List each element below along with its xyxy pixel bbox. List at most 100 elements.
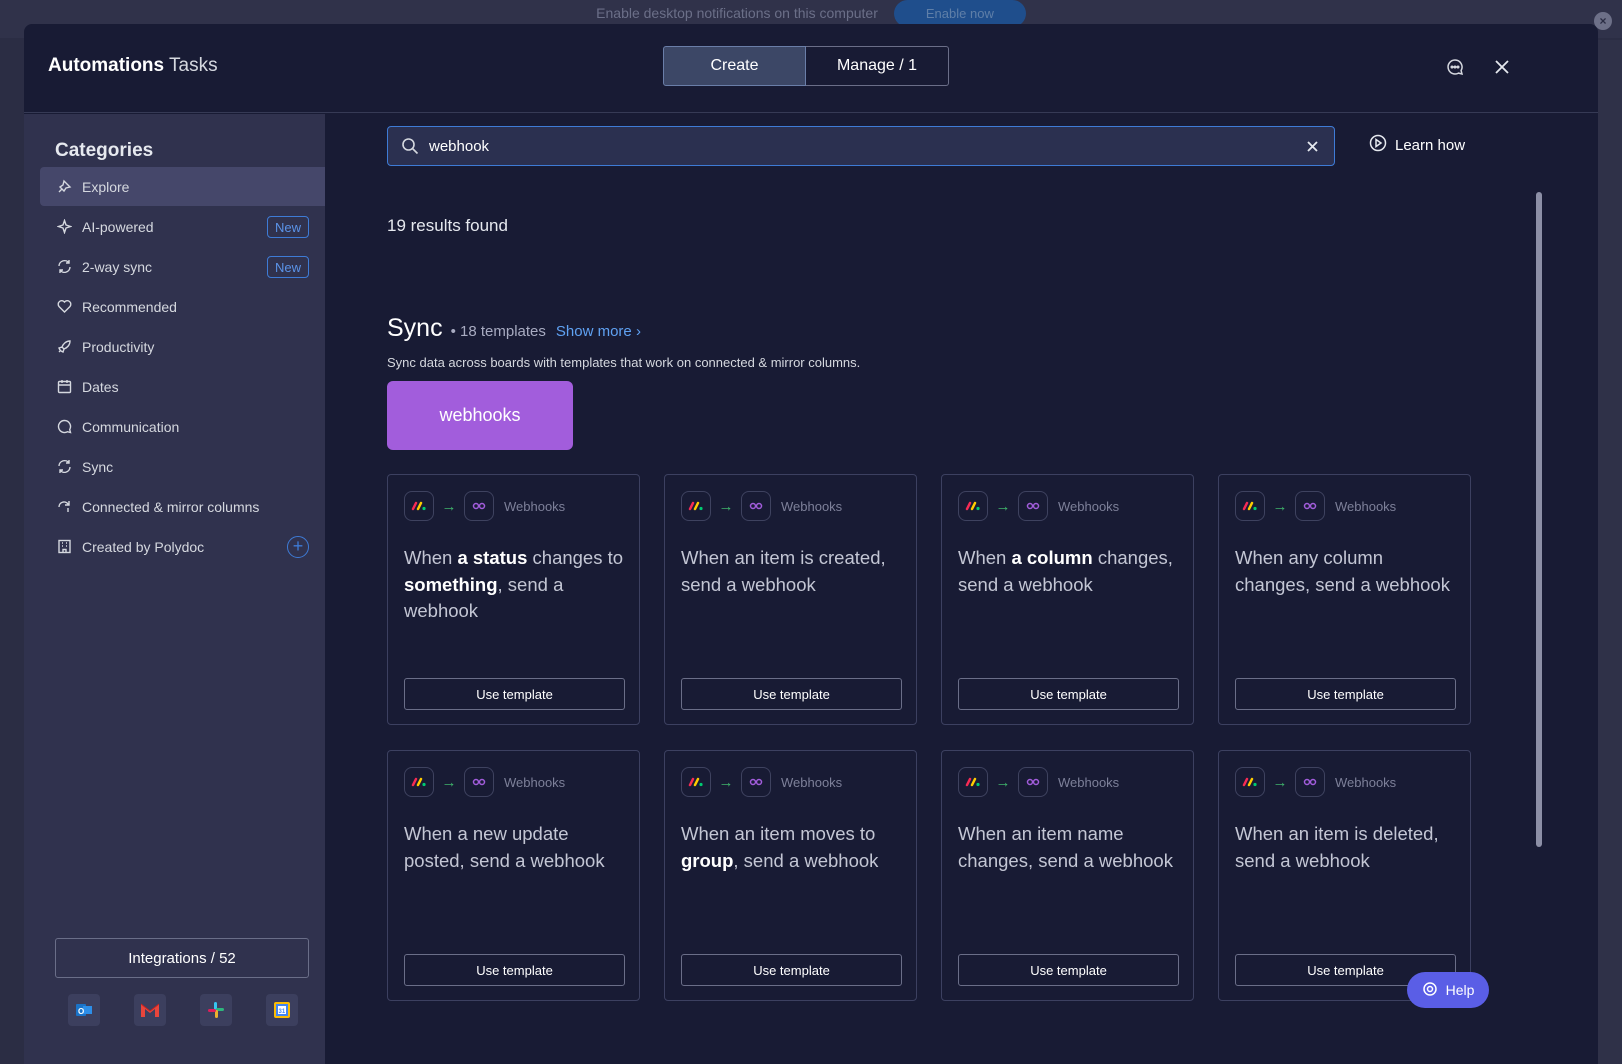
category-connected-mirror-columns[interactable]: Connected & mirror columns [40, 487, 325, 526]
section-description: Sync data across boards with templates t… [387, 355, 861, 370]
category-communication[interactable]: Communication [40, 407, 325, 446]
add-category-icon[interactable]: + [287, 536, 309, 558]
search-bar [387, 126, 1335, 166]
tab-create[interactable]: Create [663, 46, 806, 86]
category-sync[interactable]: Sync [40, 447, 325, 486]
template-card[interactable]: → Webhooks When an item moves to group, se… [664, 750, 917, 1001]
close-modal-icon[interactable] [1489, 54, 1515, 80]
svg-text:31: 31 [279, 1009, 286, 1015]
slack-icon[interactable] [200, 994, 232, 1026]
sync-icon [56, 459, 72, 475]
webhooks-banner[interactable]: webhooks [387, 381, 573, 450]
webhooks-icon [464, 767, 494, 797]
card-app-name: Webhooks [1335, 498, 1397, 514]
webhooks-icon [1018, 491, 1048, 521]
outlook-icon[interactable]: O [68, 994, 100, 1026]
rocket-icon [56, 339, 72, 355]
template-count: 18 templates [460, 323, 546, 340]
card-app-name: Webhooks [1058, 774, 1120, 790]
category-recommended[interactable]: Recommended [40, 287, 325, 326]
card-text-part: When [404, 547, 458, 568]
use-template-button[interactable]: Use template [681, 678, 902, 710]
learn-how-link[interactable]: Learn how [1369, 134, 1465, 156]
use-template-button[interactable]: Use template [681, 954, 902, 986]
gmail-icon[interactable] [134, 994, 166, 1026]
help-label: Help [1445, 982, 1475, 998]
categories-sidebar: Categories Explore AI-powered New 2-way … [24, 114, 325, 1064]
category-label: AI-powered [82, 218, 154, 235]
category-created-by-polydoc[interactable]: Created by Polydoc + [40, 527, 325, 566]
category-2-way-sync[interactable]: 2-way sync New [40, 247, 325, 286]
tab-manage[interactable]: Manage / 1 [806, 46, 949, 86]
card-text-highlight: group [681, 849, 734, 871]
scrollbar-thumb[interactable] [1536, 192, 1542, 847]
card-text-highlight: a status [457, 547, 528, 568]
card-icons: → Webhooks [681, 491, 842, 521]
clear-search-icon[interactable] [1302, 136, 1322, 156]
category-explore[interactable]: Explore [40, 167, 325, 206]
category-label: Dates [82, 378, 119, 395]
modal-header: Automations Tasks Create Manage / 1 [24, 24, 1598, 113]
show-more-link[interactable]: Show more › [556, 323, 641, 340]
template-card[interactable]: → Webhooks When a status changes to someth… [387, 474, 640, 725]
card-app-name: Webhooks [781, 774, 843, 790]
category-label: Sync [82, 458, 114, 475]
mode-tabs: Create Manage / 1 [663, 46, 949, 86]
webhooks-icon [1295, 491, 1325, 521]
use-template-button[interactable]: Use template [404, 954, 625, 986]
arrow-right-icon: → [1272, 497, 1288, 515]
webhooks-icon [1018, 767, 1048, 797]
enable-notifications-button[interactable]: Enable now [893, 0, 1026, 27]
category-productivity[interactable]: Productivity [40, 327, 325, 366]
category-ai-powered[interactable]: AI-powered New [40, 207, 325, 246]
monday-logo-icon [958, 767, 988, 797]
card-text-part: When [958, 547, 1012, 568]
use-template-button[interactable]: Use template [958, 678, 1179, 710]
use-template-button[interactable]: Use template [404, 678, 625, 710]
card-app-name: Webhooks [1058, 498, 1120, 514]
chevron-right-icon: › [635, 323, 641, 340]
section-header: Sync • 18 templates Show more › [387, 314, 641, 343]
webhooks-icon [741, 767, 771, 797]
category-label: Recommended [82, 298, 177, 315]
help-icon [1422, 981, 1438, 1000]
template-card[interactable]: → Webhooks When a new update posted, send … [387, 750, 640, 1001]
help-button[interactable]: Help [1407, 972, 1489, 1008]
monday-logo-icon [404, 767, 434, 797]
webhooks-logo-text: webhooks [439, 405, 521, 425]
use-template-button[interactable]: Use template [1235, 678, 1456, 710]
card-app-name: Webhooks [781, 498, 843, 514]
card-text-highlight: something [404, 573, 498, 595]
card-description: When a new update posted, send a webhook [404, 821, 626, 874]
category-dates[interactable]: Dates [40, 367, 325, 406]
category-list: Explore AI-powered New 2-way sync New Re… [40, 167, 325, 567]
integration-apps: O 31 [68, 994, 298, 1026]
results-count: 19 results found [387, 216, 508, 235]
template-card[interactable]: → Webhooks When an item is created, send a… [664, 474, 917, 725]
card-text-part: When a new update posted, send a webhook [404, 823, 605, 871]
category-label: 2-way sync [82, 258, 153, 275]
arrow-right-icon: → [441, 497, 457, 515]
background-page [1598, 40, 1622, 1064]
category-label: Connected & mirror columns [82, 498, 260, 515]
monday-logo-icon [1235, 767, 1265, 797]
use-template-button[interactable]: Use template [958, 954, 1179, 986]
notification-text: Enable desktop notifications on this com… [596, 5, 878, 21]
feedback-icon[interactable] [1442, 54, 1468, 80]
card-icons: → Webhooks [958, 491, 1119, 521]
card-app-name: Webhooks [1335, 774, 1397, 790]
card-text-highlight: a column [1011, 547, 1093, 568]
template-card[interactable]: → Webhooks When an item is deleted, send a… [1218, 750, 1471, 1001]
template-card[interactable]: → Webhooks When a column changes, send a w… [941, 474, 1194, 725]
template-card[interactable]: → Webhooks When an item name changes, send… [941, 750, 1194, 1001]
webhooks-icon [741, 491, 771, 521]
integrations-button[interactable]: Integrations / 52 [55, 938, 309, 978]
category-label: Explore [82, 178, 130, 195]
new-badge: New [266, 216, 309, 238]
building-icon [56, 539, 72, 555]
google-calendar-icon[interactable]: 31 [266, 994, 298, 1026]
search-input[interactable] [429, 137, 1302, 155]
template-card[interactable]: → Webhooks When any column changes, send a… [1218, 474, 1471, 725]
arrow-right-icon: → [1272, 773, 1288, 791]
card-description: When any column changes, send a webhook [1235, 545, 1457, 598]
